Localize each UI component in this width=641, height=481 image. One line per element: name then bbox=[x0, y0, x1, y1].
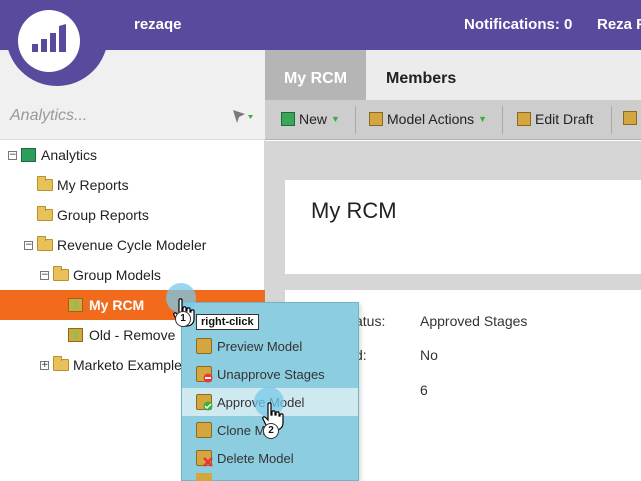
tree-item-label: My Reports bbox=[57, 177, 129, 193]
preview-icon bbox=[623, 111, 637, 125]
tree-item-label: Revenue Cycle Modeler bbox=[57, 237, 207, 253]
folder-icon bbox=[53, 266, 69, 281]
right-click-tooltip: right-click bbox=[196, 314, 259, 330]
clone-icon bbox=[196, 422, 212, 438]
page-title: My RCM bbox=[311, 198, 397, 223]
tree-item-my-reports[interactable]: My Reports bbox=[0, 170, 265, 200]
toolbar: New ▼ Model Actions ▼ Edit Draft bbox=[265, 100, 641, 140]
edit-draft-icon bbox=[517, 112, 531, 126]
delete-icon bbox=[196, 450, 213, 467]
tree-item-label: Group Reports bbox=[57, 207, 149, 223]
edit-draft-label: Edit Draft bbox=[535, 111, 594, 127]
folder-icon bbox=[37, 206, 53, 221]
notifications-link[interactable]: Notifications: 0 bbox=[464, 16, 572, 33]
status-label: atus: bbox=[355, 313, 386, 329]
new-label: New bbox=[299, 111, 328, 127]
tree-item-label: Marketo Example bbox=[73, 357, 182, 373]
tab-members[interactable]: Members bbox=[386, 50, 456, 100]
folder-icon bbox=[37, 236, 53, 251]
unapprove-icon bbox=[196, 366, 213, 383]
collapse-icon[interactable]: − bbox=[24, 240, 33, 250]
tree-item-revenue-cycle-modeler[interactable]: − Revenue Cycle Modeler bbox=[0, 230, 265, 260]
tab-bar: My RCM Members bbox=[265, 50, 641, 100]
menu-item-label: Unapprove Stages bbox=[217, 366, 325, 382]
model-icon bbox=[68, 298, 83, 312]
expand-icon[interactable]: + bbox=[40, 360, 49, 370]
menu-item-unapprove-stages[interactable]: Unapprove Stages bbox=[182, 360, 358, 388]
caret-down-icon: ▼ bbox=[331, 114, 340, 124]
logo-icon bbox=[18, 10, 80, 72]
folder-icon bbox=[37, 176, 53, 191]
status-value: Approved Stages bbox=[420, 313, 528, 329]
toolbar-divider bbox=[355, 106, 356, 134]
menu-item-preview-model[interactable]: Preview Model bbox=[182, 332, 358, 360]
toolbar-divider bbox=[502, 106, 503, 134]
preview-button[interactable] bbox=[623, 111, 641, 125]
tree-item-group-reports[interactable]: Group Reports bbox=[0, 200, 265, 230]
menu-item-delete-model[interactable]: Delete Model bbox=[182, 444, 358, 472]
folder-icon bbox=[53, 356, 69, 371]
new-button[interactable]: New ▼ bbox=[281, 111, 340, 127]
analytics-icon bbox=[21, 148, 36, 162]
preview-model-icon bbox=[196, 338, 212, 354]
model-actions-label: Model Actions bbox=[387, 111, 475, 127]
tree-item-label: Analytics bbox=[41, 147, 98, 163]
collapse-icon[interactable]: − bbox=[8, 150, 17, 160]
tree-item-label: Group Models bbox=[73, 267, 161, 283]
user-menu[interactable]: Reza F bbox=[597, 16, 641, 33]
model-actions-icon bbox=[369, 112, 383, 126]
tree-item-label: My RCM bbox=[89, 297, 145, 313]
tree-item-label: Old - Remove bbox=[89, 327, 176, 343]
new-icon bbox=[281, 112, 295, 126]
caret-down-icon: ▼ bbox=[478, 114, 488, 124]
menu-item-label: Preview Model bbox=[217, 338, 303, 354]
edit-draft-button[interactable]: Edit Draft bbox=[517, 111, 593, 127]
approve-icon bbox=[196, 394, 213, 411]
step-badge-1: 1 bbox=[175, 311, 191, 327]
collapse-icon[interactable]: − bbox=[40, 270, 49, 280]
stage-count-value: 6 bbox=[420, 382, 428, 398]
detail-value: No bbox=[420, 347, 438, 363]
tree-search-input[interactable]: Analytics... bbox=[10, 107, 87, 125]
tree-item-analytics[interactable]: − Analytics bbox=[0, 140, 265, 170]
toolbar-divider bbox=[611, 106, 612, 134]
model-actions-button[interactable]: Model Actions ▼ bbox=[369, 111, 487, 127]
step-badge-2: 2 bbox=[263, 423, 279, 439]
username[interactable]: rezaqe bbox=[134, 16, 182, 33]
tree-item-group-models[interactable]: − Group Models bbox=[0, 260, 265, 290]
model-icon bbox=[68, 328, 83, 342]
menu-item-label: Delete Model bbox=[217, 450, 294, 466]
title-card bbox=[285, 180, 641, 274]
menu-item-icon-partial bbox=[196, 473, 212, 481]
tab-my-rcm[interactable]: My RCM bbox=[265, 50, 366, 100]
menu-item-label: Clone M bbox=[217, 422, 266, 438]
filter-icon[interactable] bbox=[232, 108, 254, 129]
